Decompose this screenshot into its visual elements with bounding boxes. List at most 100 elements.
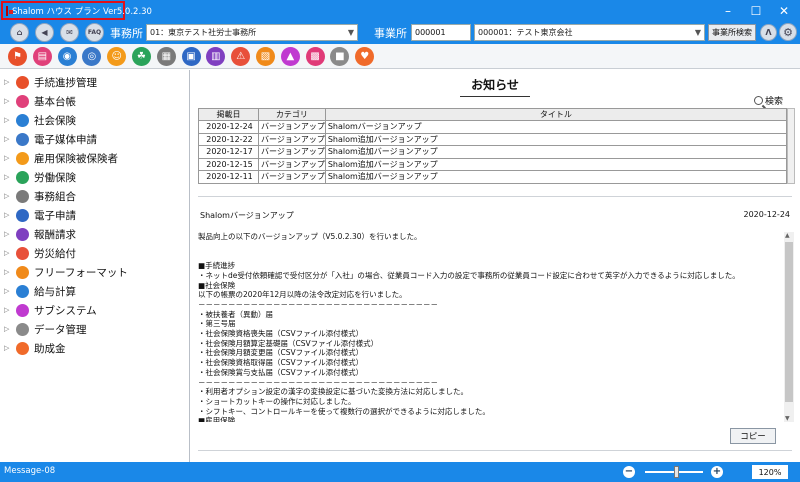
expand-icon[interactable]: ▷ — [4, 211, 14, 219]
company-search-button[interactable]: 事業所検索 — [708, 24, 756, 41]
table-scrollbar[interactable] — [787, 108, 795, 184]
expand-icon[interactable]: ▷ — [4, 325, 14, 333]
sidebar-item[interactable]: ▷ 雇用保険被保険者 — [0, 149, 188, 167]
sidebar-item[interactable]: ▷ 事務組合 — [0, 187, 188, 205]
sidebar-item-label: 報酬請求 — [34, 228, 76, 241]
home-icon[interactable]: ⌂ — [10, 23, 29, 42]
mail-icon[interactable]: ✉ — [60, 23, 79, 42]
company-code-input[interactable]: 000001 — [411, 24, 471, 41]
zoom-value[interactable]: 120% — [752, 465, 788, 479]
sidebar-item[interactable]: ▷ 社会保険 — [0, 111, 188, 129]
expand-icon[interactable]: ▷ — [4, 249, 14, 257]
search-link-label: 検索 — [765, 97, 784, 107]
expand-icon[interactable]: ▷ — [4, 78, 14, 86]
chevron-down-icon: ▼ — [347, 28, 354, 37]
free-format-icon[interactable]: ▧ — [256, 47, 275, 66]
sidebar-item[interactable]: ▷ 労働保険 — [0, 168, 188, 186]
progress-icon[interactable]: ⚑ — [8, 47, 27, 66]
sidebar-item-label: 雇用保険被保険者 — [34, 152, 118, 165]
sidebar-item[interactable]: ▷ 給与計算 — [0, 282, 188, 300]
office-select[interactable]: 01：東京テスト社労士事務所 ▼ — [146, 24, 358, 41]
insurance-icon[interactable]: ◉ — [57, 47, 77, 66]
payroll-icon[interactable]: ▲ — [280, 47, 300, 66]
notice-body-area[interactable]: 製品向上の以下のバージョンアップ（V5.0.2.30）を行いました。 ■手続進捗… — [198, 232, 794, 422]
back-icon[interactable]: ◀ — [35, 23, 54, 42]
expand-icon[interactable]: ▷ — [4, 173, 14, 181]
sidebar-item[interactable]: ▷ フリーフォーマット — [0, 263, 188, 281]
sidebar-item[interactable]: ▷ 電子申請 — [0, 206, 188, 224]
notice-scrollbar[interactable]: ▲ ▼ — [784, 232, 794, 422]
category-icon — [16, 151, 29, 165]
date-cell: 2020-12-22 — [198, 132, 259, 146]
window-title: Shalom ハウス プラン Ver5.0.2.30 — [12, 6, 152, 17]
status-bar: Message-08 − + 120% — [0, 462, 800, 482]
maximize-button[interactable]: ☐ — [742, 0, 770, 21]
main-panel: お知らせ 検索 掲載日 カテゴリ タイトル 2020-12-24 バージョンアップ… — [192, 70, 800, 462]
expand-icon[interactable]: ▷ — [4, 268, 14, 276]
expand-icon[interactable]: ▷ — [4, 97, 14, 105]
employment-icon[interactable]: ☺ — [107, 47, 127, 66]
e-application-icon[interactable]: ▣ — [181, 47, 201, 66]
column-header-date[interactable]: 掲載日 — [198, 108, 259, 121]
page-title: お知らせ — [460, 76, 530, 97]
table-header-row: 掲載日 カテゴリ タイトル — [198, 108, 788, 121]
gear-icon[interactable]: ⚙ — [779, 23, 797, 41]
sidebar-item[interactable]: ▷ 手続進捗管理 — [0, 73, 188, 91]
minimize-button[interactable]: – — [714, 0, 742, 21]
expand-icon[interactable]: ▷ — [4, 135, 14, 143]
table-row[interactable]: 2020-12-17 バージョンアップ Shalom追加バージョンアップ — [198, 145, 788, 159]
sidebar-item[interactable]: ▷ 助成金 — [0, 339, 188, 357]
sidebar-item-label: サブシステム — [34, 304, 97, 317]
column-header-title[interactable]: タイトル — [324, 108, 788, 121]
expand-icon[interactable]: ▷ — [4, 230, 14, 238]
expand-icon[interactable]: ▷ — [4, 287, 14, 295]
table-row[interactable]: 2020-12-22 バージョンアップ Shalom追加バージョンアップ — [198, 132, 788, 146]
scroll-down-icon[interactable]: ▼ — [785, 415, 790, 422]
sidebar-item[interactable]: ▷ 電子媒体申請 — [0, 130, 188, 148]
camera-icon[interactable]: ■ — [330, 47, 350, 66]
sidebar-item[interactable]: ▷ 労災給付 — [0, 244, 188, 262]
scroll-thumb[interactable] — [785, 242, 793, 402]
ledger-icon[interactable]: ▤ — [32, 47, 52, 66]
union-icon[interactable]: ▦ — [156, 47, 176, 66]
company-select[interactable]: 000001：テスト東京会社 ▼ — [474, 24, 705, 41]
table-row[interactable]: 2020-12-11 バージョンアップ Shalom追加バージョンアップ — [198, 170, 788, 184]
billing-icon[interactable]: ▥ — [206, 47, 226, 66]
expand-icon[interactable]: ▷ — [4, 344, 14, 352]
zoom-slider-thumb[interactable] — [673, 466, 679, 478]
sidebar-item[interactable]: ▷ データ管理 — [0, 320, 188, 338]
sidebar-item-label: 社会保険 — [34, 114, 76, 127]
caret-up-icon[interactable]: Λ — [760, 24, 777, 41]
sidebar-item[interactable]: ▷ 報酬請求 — [0, 225, 188, 243]
copy-button[interactable]: コピー — [730, 428, 776, 444]
category-cell: バージョンアップ — [258, 170, 326, 184]
subsystem-icon[interactable]: ▩ — [305, 47, 325, 66]
sidebar-item-label: 事務組合 — [34, 190, 76, 203]
labor-icon[interactable]: ☘ — [132, 47, 151, 66]
search-link[interactable]: 検索 — [754, 94, 783, 107]
table-row[interactable]: 2020-12-15 バージョンアップ Shalom追加バージョンアップ — [198, 157, 788, 171]
zoom-out-button[interactable]: − — [623, 466, 635, 478]
sidebar-item-label: 電子媒体申請 — [34, 133, 97, 146]
category-icon — [16, 94, 29, 108]
zoom-in-button[interactable]: + — [711, 466, 723, 478]
quick-access-toolbar: ⚑ ▤ ◉ ◎ ☺ ☘ ▦ ▣ ▥ ⚠ ▧ ▲ ▩ ■ ♥ — [0, 44, 800, 69]
expand-icon[interactable]: ▷ — [4, 306, 14, 314]
sidebar-item-label: 手続進捗管理 — [34, 76, 97, 89]
close-button[interactable]: ✕ — [770, 0, 798, 21]
faq-icon[interactable]: FAQ — [85, 23, 104, 42]
title-cell: Shalomバージョンアップ — [324, 120, 788, 134]
category-cell: バージョンアップ — [258, 120, 326, 134]
expand-icon[interactable]: ▷ — [4, 192, 14, 200]
column-header-category[interactable]: カテゴリ — [258, 108, 326, 121]
subsidy-icon[interactable]: ♥ — [355, 47, 375, 66]
table-row[interactable]: 2020-12-24 バージョンアップ Shalomバージョンアップ — [198, 120, 788, 134]
media-icon[interactable]: ◎ — [82, 47, 102, 66]
expand-icon[interactable]: ▷ — [4, 154, 14, 162]
sidebar-item[interactable]: ▷ サブシステム — [0, 301, 188, 319]
scroll-up-icon[interactable]: ▲ — [785, 232, 790, 239]
main-toolbar: ⌂ ◀ ✉ FAQ 事務所 01：東京テスト社労士事務所 ▼ 事業所 00000… — [0, 21, 800, 44]
sidebar-item[interactable]: ▷ 基本台帳 — [0, 92, 188, 110]
expand-icon[interactable]: ▷ — [4, 116, 14, 124]
accident-icon[interactable]: ⚠ — [231, 47, 251, 66]
